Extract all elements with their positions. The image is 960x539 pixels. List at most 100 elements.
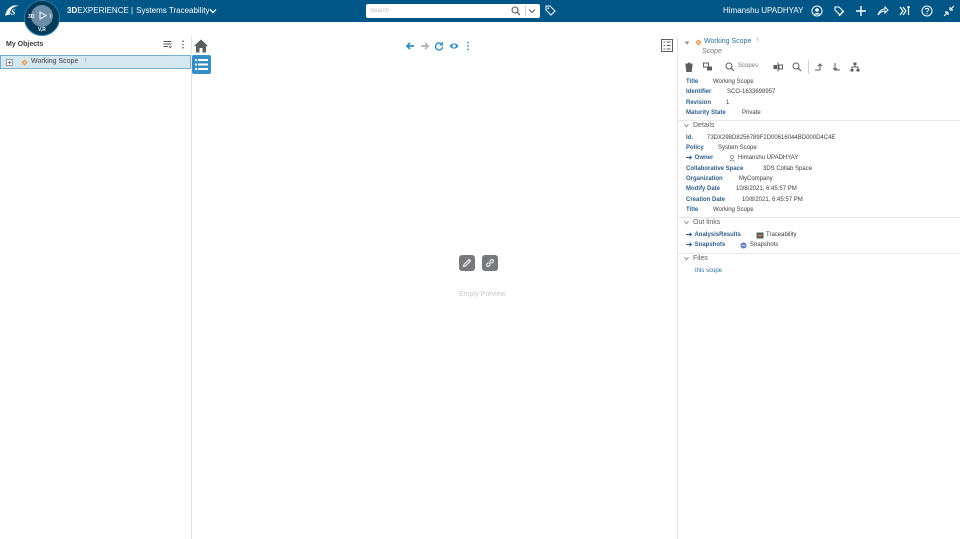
zoom-icon[interactable] (792, 62, 802, 72)
toolbar-separator (808, 60, 809, 74)
brand-bold: 3D (67, 6, 78, 15)
panel-title: My Objects (6, 41, 44, 48)
properties-toolbar: Scopes (678, 58, 960, 76)
right-panel: Working Scope ! Scope Scopes Title Worki… (677, 36, 960, 539)
snapshots-link[interactable]: Snapshots (750, 242, 778, 248)
object-badge: ! (757, 38, 759, 44)
app-chevron-down-icon[interactable] (209, 7, 217, 15)
link-icon (486, 259, 494, 267)
hierarchy-icon[interactable] (850, 62, 860, 72)
divider (678, 120, 960, 121)
user-icon[interactable] (811, 5, 823, 17)
properties-panel-icon[interactable] (661, 39, 673, 52)
traceability-link[interactable]: Traceability (766, 232, 796, 238)
prop-value: Working Scope (713, 207, 754, 213)
apps-icon[interactable] (899, 5, 911, 17)
search-icon[interactable] (725, 62, 735, 72)
scopes-label[interactable]: Scopes (738, 63, 758, 69)
home-icon[interactable] (193, 38, 209, 54)
back-arrow-icon[interactable] (405, 41, 415, 51)
top-bar: 3S 3DEXPERIENCE |Systems Traceability Hi… (0, 0, 960, 22)
prop-key: Snapshots (686, 242, 725, 248)
chevron-down-icon (684, 256, 689, 261)
prop-key: Organization (686, 176, 723, 182)
files-link[interactable]: this scope (695, 268, 722, 274)
compass-button[interactable]: 3D I V,R (24, 0, 60, 36)
section-label: Details (693, 122, 715, 129)
link-button[interactable] (482, 255, 498, 271)
forward-arrow-icon[interactable] (420, 41, 430, 51)
filter-list-icon[interactable] (163, 40, 172, 49)
prop-value: SCO-1633698957 (727, 89, 776, 95)
object-type: Scope (702, 48, 722, 55)
prop-key: Id. (686, 135, 693, 141)
share-icon[interactable] (877, 5, 889, 17)
divider (678, 217, 960, 218)
snapshot-icon (740, 242, 747, 249)
prop-value: Working Scope (713, 79, 754, 85)
traceability-icon (756, 232, 764, 239)
tree-item-badge: ! (85, 58, 87, 64)
ds-logo-icon[interactable]: 3S (3, 3, 21, 19)
prop-key: Identifier (686, 89, 712, 95)
object-title[interactable]: Working Scope (704, 38, 751, 45)
link-up-icon[interactable] (814, 62, 824, 72)
search-chevron-down-icon[interactable] (528, 7, 536, 15)
brand-title: 3DEXPERIENCE | Systems Traceability (67, 6, 209, 15)
search-input[interactable] (370, 5, 500, 17)
edit-button[interactable] (459, 255, 475, 271)
prop-key: Maturity State (686, 110, 726, 116)
username[interactable]: Himanshu UPADHYAY (723, 6, 803, 15)
prop-key: Creation Date (686, 197, 726, 203)
arrow-right-icon (686, 232, 693, 237)
search-icon[interactable] (511, 6, 521, 16)
pencil-icon (462, 258, 472, 268)
chevron-down-icon (684, 220, 689, 225)
delete-icon[interactable] (684, 62, 694, 72)
collapse-icon[interactable] (943, 5, 955, 17)
owner-link[interactable]: Himanshu UPADHYAY (738, 155, 798, 161)
list-icon (195, 59, 208, 70)
prop-key: Title (686, 79, 699, 85)
prop-value: 10/8/2021, 6:45:57 PM (736, 186, 797, 192)
link-down-icon[interactable] (832, 62, 842, 72)
files-section-header[interactable]: Files (684, 255, 708, 262)
play-icon (39, 11, 47, 20)
brand-rest: EXPERIENCE | (77, 6, 134, 15)
compass-right-label: I (50, 14, 52, 20)
eye-icon[interactable] (449, 41, 459, 51)
help-icon[interactable] (921, 5, 933, 17)
details-section-header[interactable]: Details (684, 122, 714, 129)
scope-icon (695, 39, 702, 46)
arrow-right-icon (686, 155, 693, 160)
copy-object-icon[interactable] (703, 62, 713, 72)
prop-value: MyCompany (739, 176, 773, 182)
section-label: Out links (693, 219, 721, 226)
label-icon[interactable] (833, 5, 845, 17)
search-separator (525, 6, 526, 16)
outlinks-section-header[interactable]: Out links (684, 219, 720, 226)
prop-value: System Scope (718, 145, 757, 151)
section-label: Files (693, 255, 708, 262)
more-vertical-icon[interactable] (466, 41, 470, 51)
refresh-icon[interactable] (434, 41, 444, 51)
prop-key: Modify Date (686, 186, 721, 192)
more-vertical-icon[interactable] (181, 40, 185, 49)
collapse-chevron-icon[interactable] (684, 40, 690, 46)
prop-key: Owner (686, 155, 713, 161)
tag-icon[interactable] (545, 5, 556, 16)
expand-plus-icon[interactable] (6, 59, 13, 66)
divider (678, 253, 960, 254)
prop-key: Policy (686, 145, 704, 151)
compare-icon[interactable] (773, 62, 783, 72)
prop-key: Title (686, 207, 699, 213)
app-name[interactable]: Systems Traceability (136, 6, 209, 15)
add-icon[interactable] (855, 5, 867, 17)
prop-key: AnalysisResults (686, 232, 741, 238)
svg-text:3S: 3S (6, 8, 16, 17)
tree-item[interactable]: Working Scope ! (0, 55, 191, 69)
outlink-key: AnalysisResults (694, 232, 741, 239)
list-view-button[interactable] (192, 55, 211, 74)
tree-item-label: Working Scope (31, 58, 79, 65)
prop-value: Private (742, 110, 761, 116)
